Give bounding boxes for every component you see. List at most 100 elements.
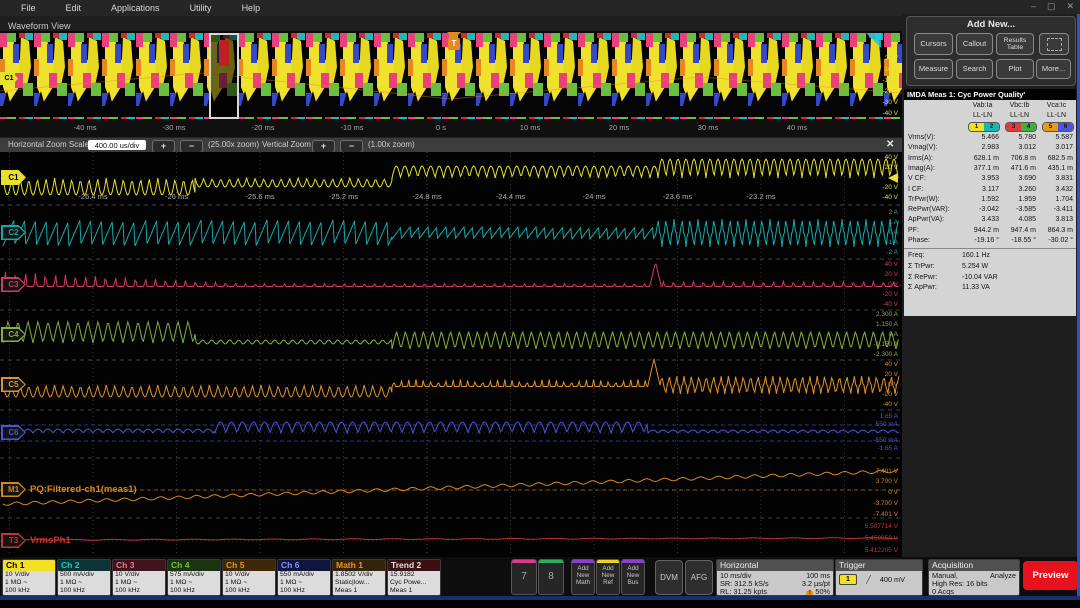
channel-badge-line: 10 V/div bbox=[225, 571, 273, 579]
scale-label-c3: 40 V bbox=[840, 261, 898, 268]
trigger-position-marker[interactable]: T bbox=[448, 38, 460, 50]
trigger-level-arrow[interactable] bbox=[888, 173, 898, 183]
add-plot-button[interactable]: Plot bbox=[996, 59, 1034, 79]
zoom-close-icon[interactable]: ✕ bbox=[886, 139, 894, 150]
main-time-label: -25.6 ms bbox=[237, 192, 283, 201]
meas-value: -3.411 bbox=[1040, 206, 1073, 213]
waveform-view-tab[interactable]: Waveform View bbox=[0, 16, 902, 32]
scale-label-m1: 0 V bbox=[840, 489, 898, 496]
meas-value: 2.983 bbox=[966, 144, 999, 151]
channel-marker-c4[interactable]: C4 bbox=[1, 327, 26, 342]
channel-marker-c1[interactable]: C1 bbox=[1, 170, 26, 185]
channel-badge-8[interactable]: 8 bbox=[538, 559, 564, 595]
acquisition-body: Manual,AnalyzeHigh Res: 16 bits0 Acqs bbox=[929, 571, 1019, 596]
meas-row-label: Vmag(V): bbox=[908, 144, 938, 151]
channel-badge-math-1[interactable]: Math 11.8502 V/divStatic|low...Meas 1 bbox=[332, 559, 386, 596]
afg-button[interactable]: AFG bbox=[685, 560, 713, 595]
menu-item-edit[interactable]: Edit bbox=[51, 3, 97, 13]
meas-value: 3.813 bbox=[1040, 216, 1073, 223]
trigger-source-badge[interactable]: 1 bbox=[839, 574, 857, 585]
meas-col-header: Vca:Ic bbox=[1040, 102, 1073, 109]
menu-item-utility[interactable]: Utility bbox=[175, 3, 227, 13]
channel-badge-trend-2[interactable]: Trend 215.9182Cyc Powe...Meas 1 bbox=[387, 559, 441, 596]
dvm-button[interactable]: DVM bbox=[655, 560, 683, 595]
channel-badge-line: 1.8502 V/div bbox=[335, 571, 383, 579]
meas-value: 3.953 bbox=[966, 175, 999, 182]
channel-badge-line: 100 kHz bbox=[225, 587, 273, 595]
horizontal-panel[interactable]: Horizontal10 ms/div100 msSR: 312.5 kS/s3… bbox=[716, 559, 834, 596]
horizontal-zoom-scale-label: Horizontal Zoom Scale bbox=[8, 140, 89, 149]
acquisition-panel[interactable]: AcquisitionManual,AnalyzeHigh Res: 16 bi… bbox=[928, 559, 1020, 596]
channel-badge-ch-5[interactable]: Ch 510 V/div1 MΩ ~100 kHz bbox=[222, 559, 276, 596]
scale-label-c5: 0 V bbox=[840, 381, 898, 388]
meas-value: 3.017 bbox=[1040, 144, 1073, 151]
menu-item-file[interactable]: File bbox=[6, 3, 51, 13]
add-new-ref-button[interactable]: AddNewRef bbox=[596, 559, 620, 595]
meas-value: -3.585 bbox=[1003, 206, 1036, 213]
waveform-overview[interactable]: -40 ms-30 ms-20 ms-10 ms0 s10 ms20 ms30 … bbox=[0, 31, 902, 137]
meas-col-header: Vbc:Ib bbox=[1003, 102, 1036, 109]
minimize-icon[interactable]: – bbox=[1031, 1, 1036, 12]
add-measure-button[interactable]: Measure bbox=[914, 59, 953, 79]
main-time-label: -24 ms bbox=[571, 192, 617, 201]
add-cursors-button[interactable]: Cursors bbox=[914, 33, 953, 55]
zoom-corner-handle-icon[interactable] bbox=[866, 33, 881, 48]
preview-button[interactable]: Preview bbox=[1023, 561, 1078, 590]
trigger-panel[interactable]: Trigger1╱400 mV bbox=[835, 559, 923, 596]
close-icon[interactable]: ✕ bbox=[1066, 1, 1074, 12]
meas-value: 864.3 m bbox=[1040, 227, 1073, 234]
channel-badge-title: Ch 4 bbox=[168, 560, 220, 571]
waveform-main-view[interactable]: -26.4 ms-26 ms-25.6 ms-25.2 ms-24.8 ms-2… bbox=[0, 152, 903, 556]
channel-badge-ch-4[interactable]: Ch 4575 mA/div1 MΩ ~100 kHz bbox=[167, 559, 221, 596]
add-callout-button[interactable]: Callout bbox=[956, 33, 993, 55]
channel-marker-label: C3 bbox=[1, 277, 26, 292]
add-search-button[interactable]: Search bbox=[956, 59, 993, 79]
meas-row-label: TrPwr(W): bbox=[908, 196, 940, 203]
waveform-ch2 bbox=[3, 219, 898, 247]
channel-marker-c3[interactable]: C3 bbox=[1, 277, 26, 292]
horizontal-value: !50% bbox=[806, 588, 830, 596]
menu-item-applications[interactable]: Applications bbox=[96, 3, 175, 13]
channel-marker-c6[interactable]: C6 bbox=[1, 425, 26, 440]
overview-scale-label: 20 V bbox=[856, 55, 898, 62]
channel-marker-m1[interactable]: M1 bbox=[1, 482, 26, 497]
channel-badge-ch-1[interactable]: Ch 110 V/div1 MΩ ~100 kHz bbox=[2, 559, 56, 596]
meas-value: 3.012 bbox=[1003, 144, 1036, 151]
channel-badge-line: Static|low... bbox=[335, 579, 383, 587]
channel-badge-ch-3[interactable]: Ch 310 V/div1 MΩ ~100 kHz bbox=[112, 559, 166, 596]
meas-value: 5.466 bbox=[966, 134, 999, 141]
meas-row-label: RePwr(VAR): bbox=[908, 206, 949, 213]
zoom-tool-button[interactable] bbox=[1039, 33, 1069, 55]
horizontal-zoom-scale-input[interactable]: 400.00 us/div bbox=[88, 140, 146, 150]
maximize-icon[interactable]: ▢ bbox=[1047, 1, 1056, 12]
channel-marker-c2[interactable]: C2 bbox=[1, 225, 26, 240]
channel-marker-c5[interactable]: C5 bbox=[1, 377, 26, 392]
trigger-body: 1╱400 mV bbox=[836, 571, 922, 596]
vertical-zoom-plus-button[interactable]: + bbox=[312, 140, 335, 153]
add-new-bus-button[interactable]: AddNewBus bbox=[621, 559, 645, 595]
main-time-label: -24.4 ms bbox=[488, 192, 534, 201]
channel-badge-ch-2[interactable]: Ch 2500 mA/div1 MΩ ~100 kHz bbox=[57, 559, 111, 596]
scale-label-c2: -2 A bbox=[840, 249, 898, 256]
source-pair-badge: 56 bbox=[1042, 122, 1074, 132]
channel-badge-7[interactable]: 7 bbox=[511, 559, 537, 595]
zoom-selection-window[interactable] bbox=[209, 33, 239, 119]
scale-label-c4: -1.150 A bbox=[840, 341, 898, 348]
source-4: 4 bbox=[1021, 123, 1036, 131]
channel-badge-ch-6[interactable]: Ch 6550 mA/div1 MΩ ~100 kHz bbox=[277, 559, 331, 596]
add-new-math-button[interactable]: AddNewMath bbox=[571, 559, 595, 595]
acquisition-value: 0 Acqs bbox=[932, 588, 954, 596]
add-more--button[interactable]: More... bbox=[1036, 59, 1071, 79]
vertical-zoom-minus-button[interactable]: − bbox=[340, 140, 363, 153]
horizontal-zoom-plus-button[interactable]: + bbox=[152, 140, 175, 153]
channel-badge-line: 1 MΩ ~ bbox=[5, 579, 53, 587]
channel-badge-line: 15.9182 bbox=[390, 571, 438, 579]
channel-marker-t3[interactable]: T3 bbox=[1, 533, 26, 548]
badge-label: AddNewMath bbox=[572, 565, 594, 586]
horizontal-zoom-minus-button[interactable]: − bbox=[180, 140, 203, 153]
meas-summary-label: Freq: bbox=[908, 252, 924, 259]
menu-item-help[interactable]: Help bbox=[227, 3, 276, 13]
source-3: 3 bbox=[1006, 123, 1021, 131]
add-results-table-button[interactable]: Results Table bbox=[996, 33, 1034, 55]
meas-table-title[interactable]: IMDA Meas 1: Cyc Power Quality' bbox=[904, 89, 1076, 100]
